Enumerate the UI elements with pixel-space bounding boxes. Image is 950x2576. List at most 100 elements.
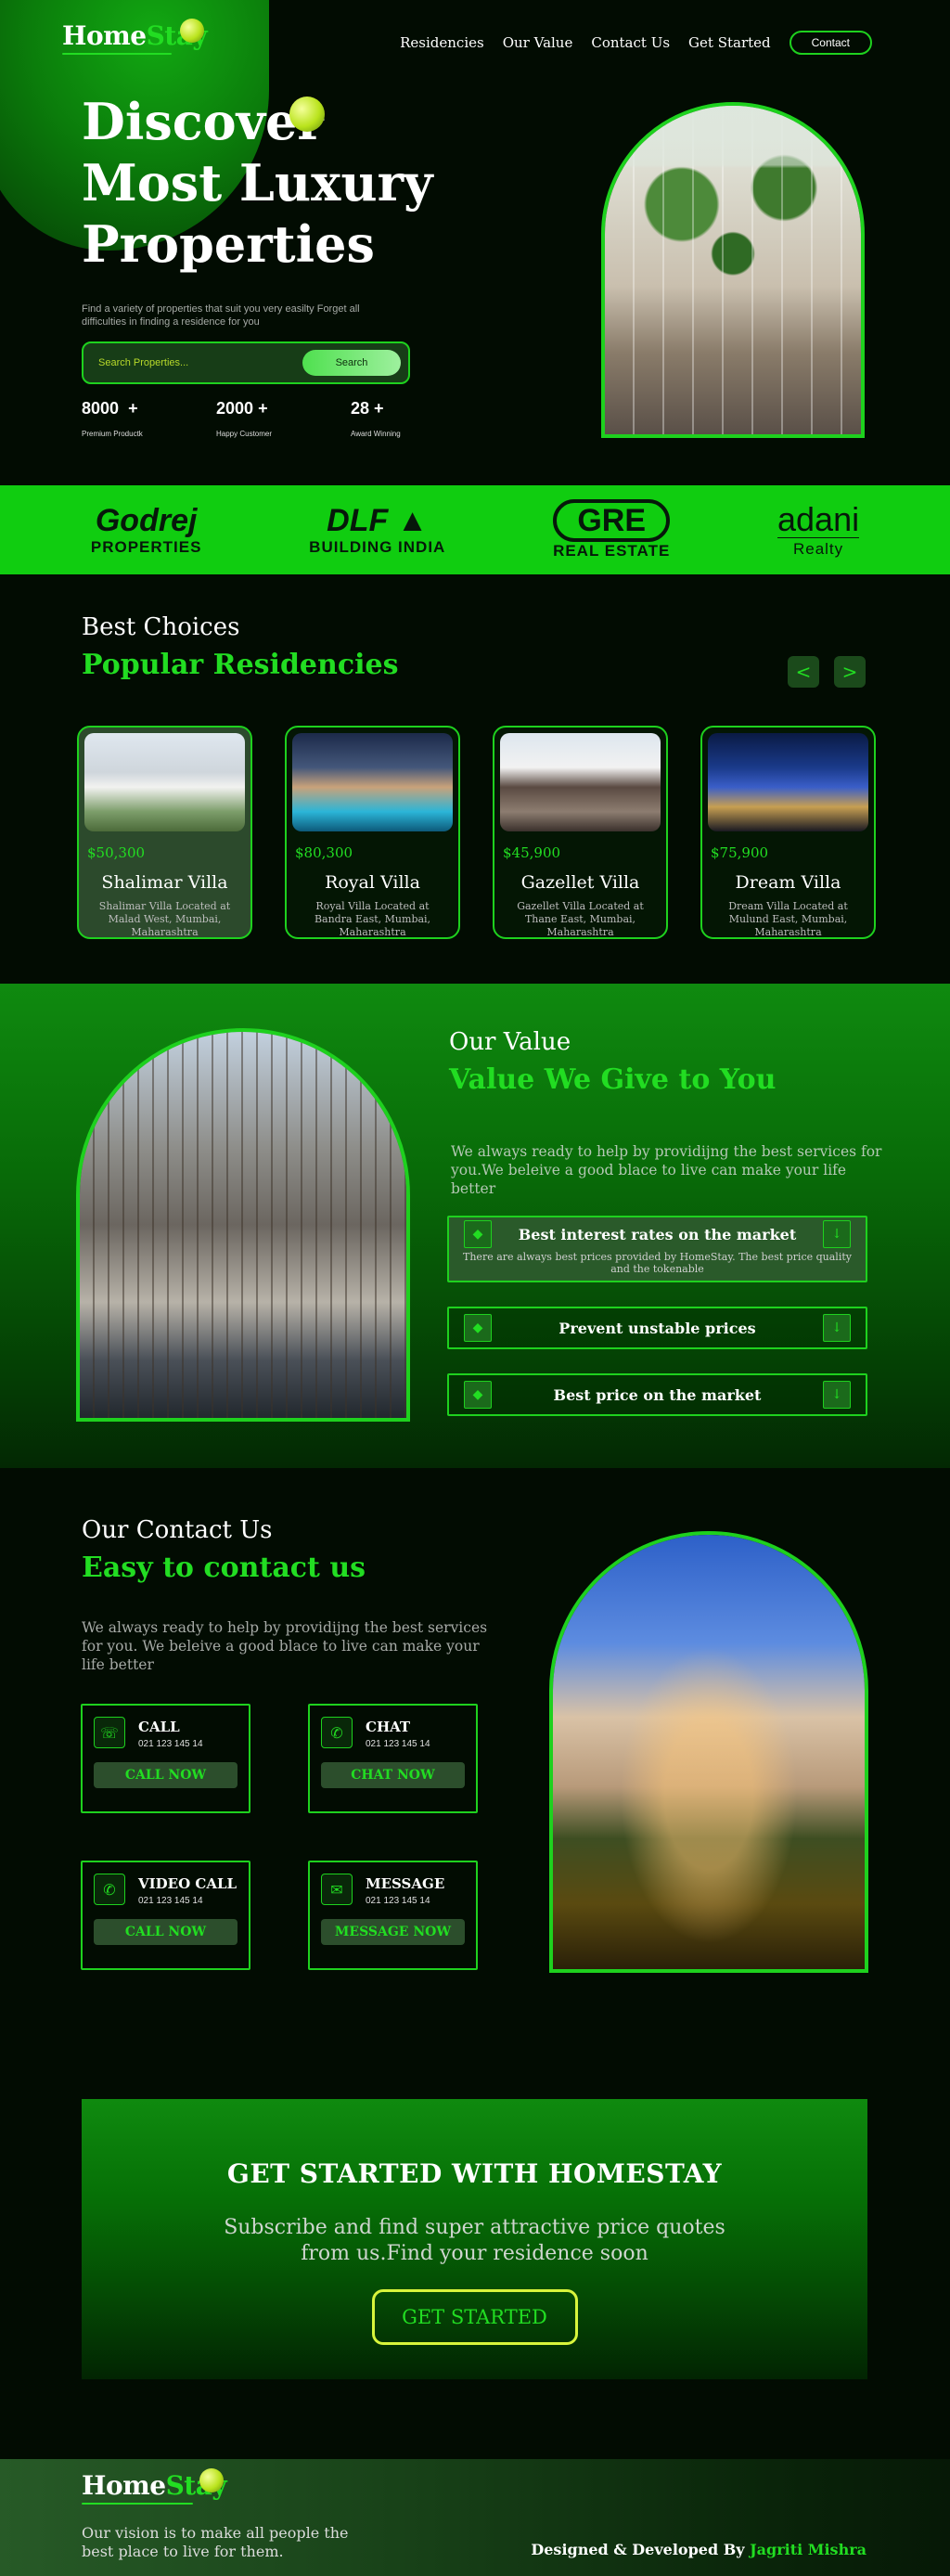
card-name: Gazellet Villa	[520, 872, 640, 893]
arrow-down-icon[interactable]: ↓	[823, 1220, 851, 1248]
brand-gre: GRE REAL ESTATE	[553, 499, 671, 560]
nav-get-started[interactable]: Get Started	[688, 34, 771, 51]
search-button[interactable]: Search	[302, 350, 401, 376]
hero-section: HomeStay Residencies Our Value Contact U…	[0, 0, 950, 485]
get-started-button[interactable]: GET STARTED	[371, 2289, 578, 2345]
logo-underline	[82, 2503, 193, 2505]
residency-card[interactable]: $75,900 Dream Villa Dream Villa Located …	[700, 726, 876, 939]
garden-interior-image	[605, 106, 861, 434]
get-started-title: GET STARTED WITH HOMESTAY	[226, 2158, 723, 2189]
phone-icon: ☏	[94, 1717, 125, 1748]
contact-phone: 021 123 145 14	[138, 1739, 203, 1749]
stat-awards: 28 + Award Winning	[351, 399, 485, 438]
hero-title-line1: Discover	[82, 92, 324, 151]
section-label: Our Contact Us	[82, 1516, 273, 1544]
arrow-down-icon[interactable]: ↓	[823, 1314, 851, 1342]
credit-prefix: Designed & Developed By	[531, 2541, 745, 2558]
stat-value: 2000	[216, 399, 254, 418]
card-name: Royal Villa	[325, 872, 420, 893]
contact-button[interactable]: Contact	[789, 31, 872, 55]
carousel-controls: < >	[788, 656, 866, 688]
stat-suffix: +	[128, 399, 138, 418]
villa-image	[292, 733, 453, 831]
next-button[interactable]: >	[834, 656, 866, 688]
nav-contact-us[interactable]: Contact Us	[591, 34, 670, 51]
contact-image	[549, 1531, 868, 1973]
accordion-header[interactable]: ◆ Best price on the market ↓	[449, 1375, 866, 1414]
prev-button[interactable]: <	[788, 656, 819, 688]
search-input[interactable]	[98, 357, 302, 368]
villa-image	[84, 733, 245, 831]
brand-name: Godrej	[95, 503, 198, 538]
author-link[interactable]: Jagriti Mishra	[750, 2541, 867, 2558]
section-label: Best Choices	[82, 613, 240, 641]
brand-adani: adani Realty	[777, 499, 860, 559]
accordion-item[interactable]: ◆ Prevent unstable prices ↓	[447, 1307, 867, 1349]
contact-title: VIDEO CALL	[138, 1875, 238, 1892]
video-call-now-button[interactable]: CALL NOW	[94, 1919, 238, 1945]
message-icon: ✉	[321, 1874, 353, 1905]
chat-now-button[interactable]: CHAT NOW	[321, 1762, 465, 1788]
contact-phone: 021 123 145 14	[366, 1739, 430, 1749]
brand-name-text: DLF	[327, 503, 389, 538]
stat-label: Premium Productk	[82, 430, 143, 438]
hero-description: Find a variety of properties that suit y…	[82, 303, 360, 328]
value-header: Our Value Value We Give to You	[449, 1028, 776, 1096]
ball-icon	[199, 2468, 224, 2492]
call-now-button[interactable]: CALL NOW	[94, 1762, 238, 1788]
card-name: Dream Villa	[735, 872, 841, 893]
get-started-description: Subscribe and find super attractive pric…	[224, 2216, 725, 2265]
card-address: Dream Villa Located at Mulund East, Mumb…	[728, 900, 848, 938]
nav-residencies[interactable]: Residencies	[400, 34, 484, 51]
accordion-answer: There are always best prices provided by…	[463, 1251, 852, 1275]
accordion-question: Prevent unstable prices	[558, 1319, 756, 1337]
value-image	[76, 1028, 410, 1422]
stat-suffix: +	[258, 399, 268, 418]
section-label: Our Value	[449, 1028, 571, 1056]
stat-value: 8000	[82, 399, 120, 418]
accordion-question: Best price on the market	[553, 1385, 762, 1404]
contact-card-message: ✉ MESSAGE 021 123 145 14 MESSAGE NOW	[308, 1861, 478, 1970]
message-now-button[interactable]: MESSAGE NOW	[321, 1919, 465, 1945]
section-title: Easy to contact us	[82, 1552, 366, 1584]
card-price: $45,900	[503, 844, 561, 861]
residency-card[interactable]: $45,900 Gazellet Villa Gazellet Villa Lo…	[493, 726, 668, 939]
logo-home: Home	[62, 20, 147, 51]
nav-our-value[interactable]: Our Value	[503, 34, 573, 51]
contact-card-call: ☏ CALL 021 123 145 14 CALL NOW	[81, 1704, 250, 1813]
brand-godrej: Godrej PROPERTIES	[91, 503, 202, 557]
shield-icon: ◆	[464, 1381, 492, 1409]
logo[interactable]: HomeStay	[62, 19, 208, 55]
accordion-item[interactable]: ◆ Best price on the market ↓	[447, 1373, 867, 1416]
stat-label: Award Winning	[351, 430, 401, 438]
residency-card[interactable]: $80,300 Royal Villa Royal Villa Located …	[285, 726, 460, 939]
shield-icon: ◆	[464, 1314, 492, 1342]
stat-products: 8000 + Premium Productk	[82, 399, 216, 438]
accordion-item[interactable]: ◆ Best interest rates on the market ↓ Th…	[447, 1216, 867, 1282]
value-section: Our Value Value We Give to You We always…	[0, 984, 950, 1468]
footer: HomeStay Our vision is to make all peopl…	[0, 2459, 950, 2576]
footer-credit: Designed & Developed By Jagriti Mishra	[531, 2541, 867, 2558]
stat-suffix: +	[374, 399, 384, 418]
footer-logo[interactable]: HomeStay	[82, 2468, 227, 2505]
card-address: Royal Villa Located at Bandra East, Mumb…	[314, 900, 431, 938]
villa-image	[708, 733, 868, 831]
hero-image	[601, 102, 865, 438]
brand-sub: Realty	[777, 536, 860, 559]
search-bar: Search	[82, 341, 410, 384]
card-name: Shalimar Villa	[101, 872, 228, 893]
residency-card[interactable]: $50,300 Shalimar Villa Shalimar Villa Lo…	[77, 726, 252, 939]
accordion-question: Best interest rates on the market	[518, 1225, 797, 1243]
partner-brands: Godrej PROPERTIES DLF ▲ BUILDING INDIA G…	[0, 485, 950, 574]
hero-title-line2: Most Luxury	[82, 153, 433, 213]
accordion-header[interactable]: ◆ Best interest rates on the market ↓	[449, 1217, 866, 1251]
residency-cards: $50,300 Shalimar Villa Shalimar Villa Lo…	[77, 726, 876, 939]
residencies-header: Best Choices Popular Residencies	[82, 613, 398, 681]
footer-vision: Our vision is to make all people the bes…	[82, 2524, 349, 2560]
main-nav: Residencies Our Value Contact Us Get Sta…	[400, 31, 872, 55]
arrow-down-icon[interactable]: ↓	[823, 1381, 851, 1409]
section-title: Value We Give to You	[449, 1063, 777, 1096]
accordion-header[interactable]: ◆ Prevent unstable prices ↓	[449, 1308, 866, 1347]
brand-name: adani	[777, 499, 860, 538]
ball-icon	[180, 19, 204, 43]
